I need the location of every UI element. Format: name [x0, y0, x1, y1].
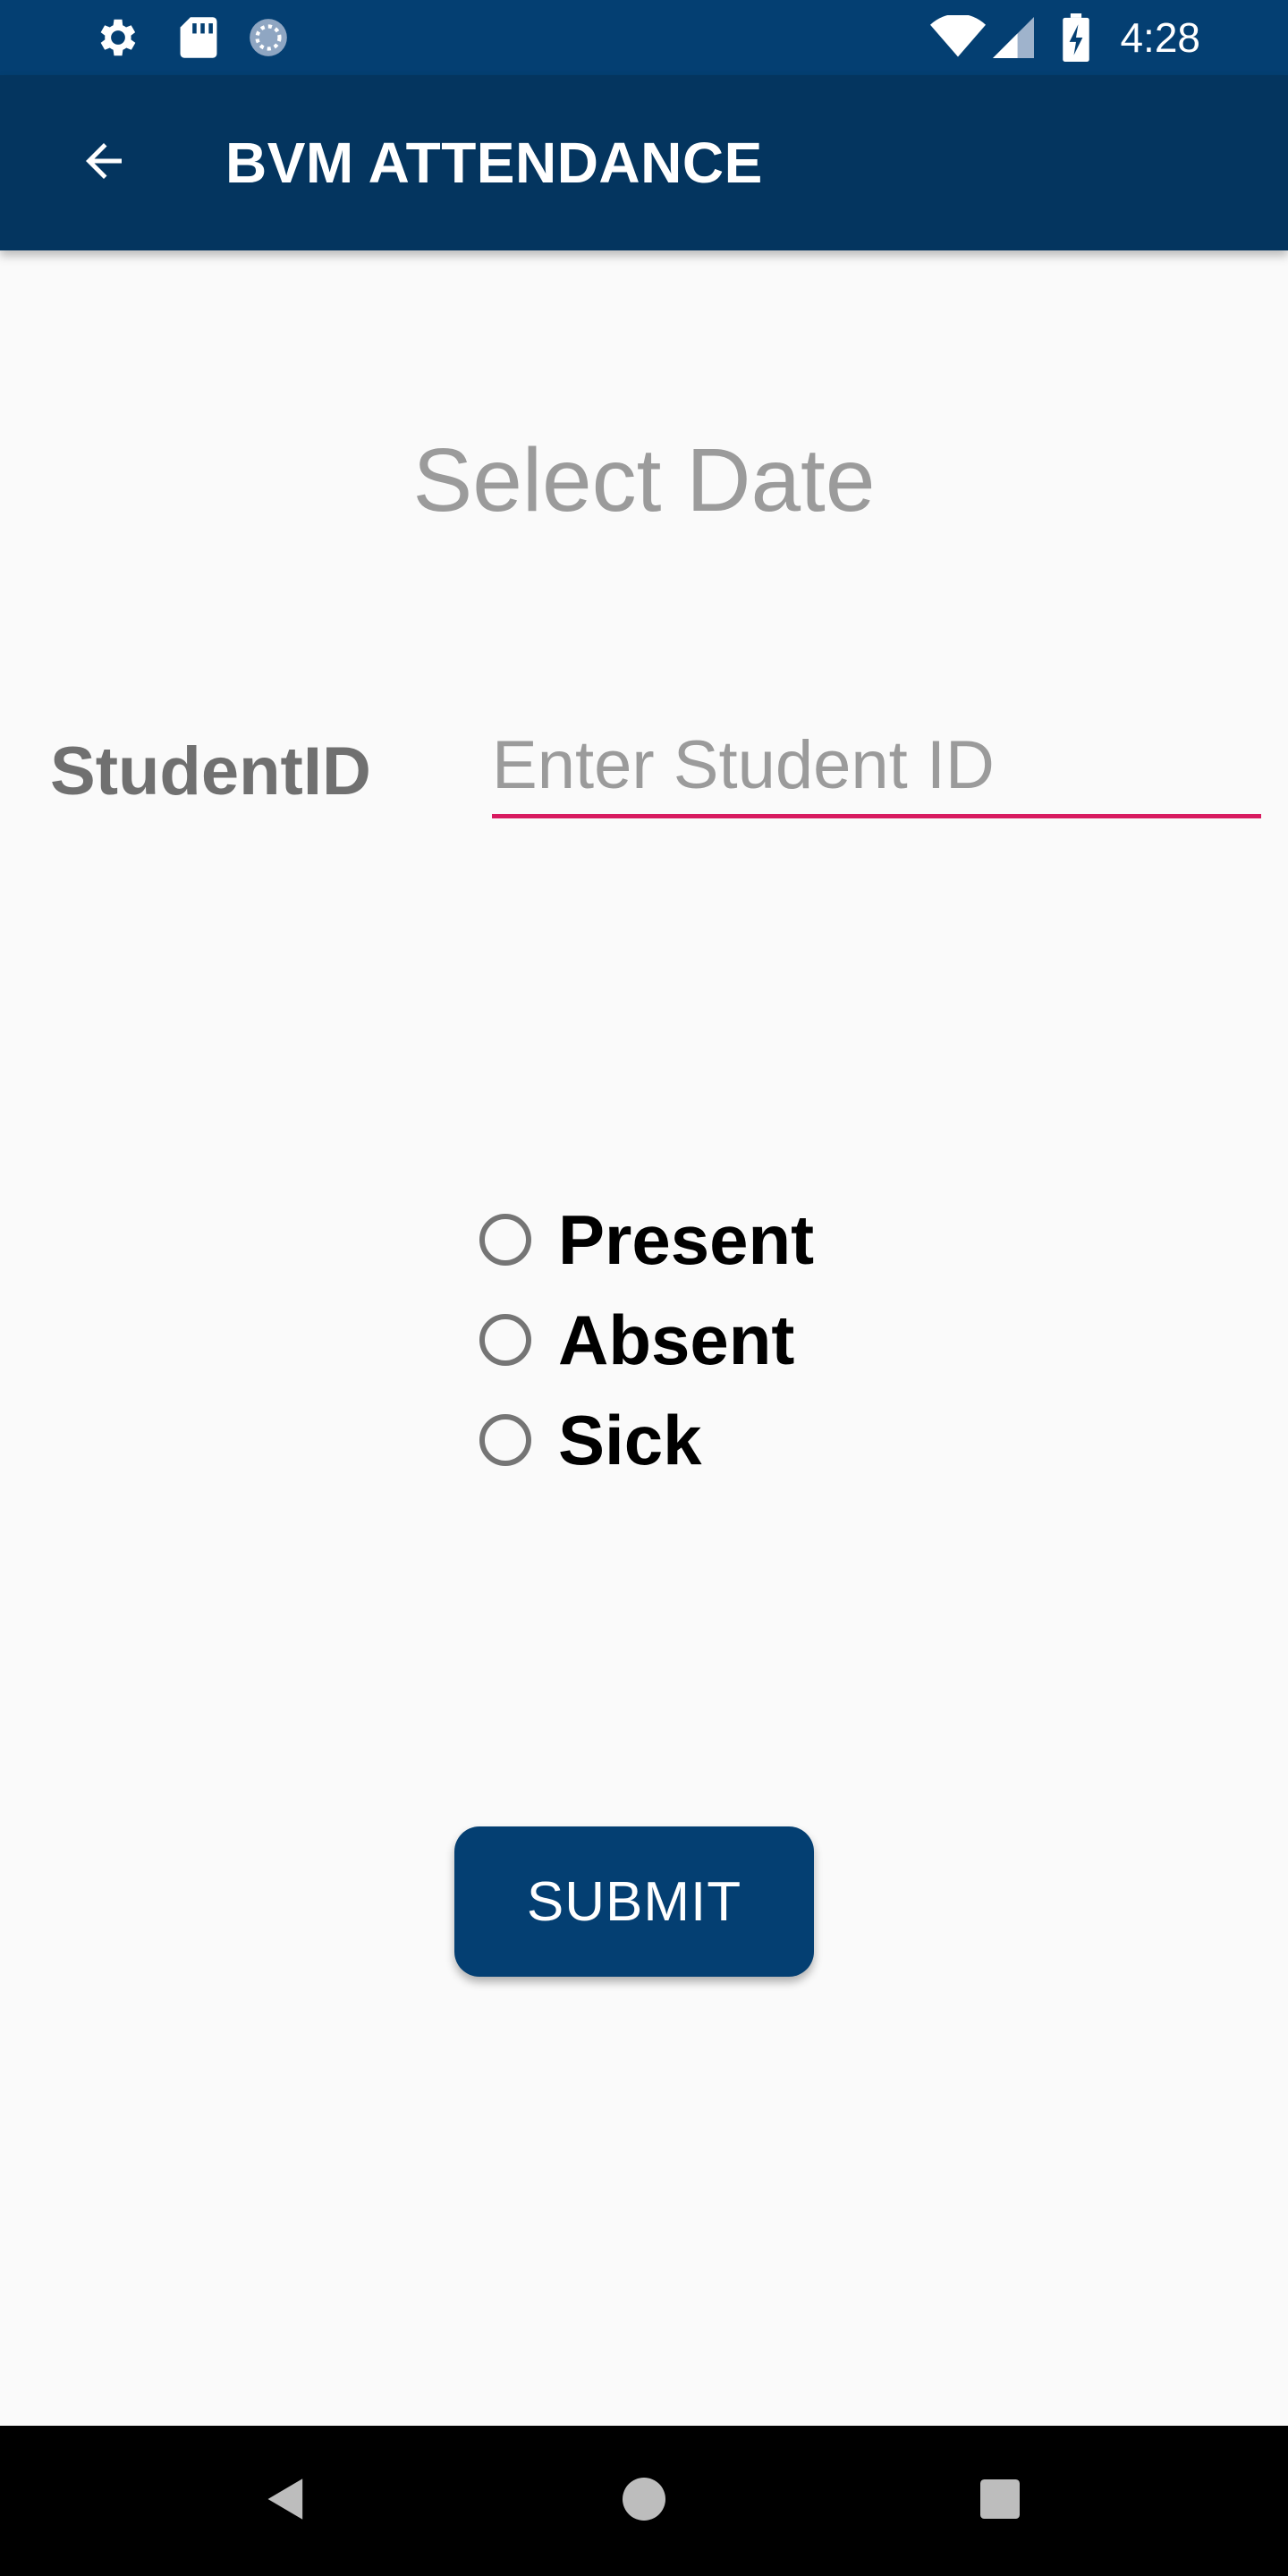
- recents-square-icon: [980, 2479, 1020, 2523]
- back-triangle-icon: [266, 2477, 307, 2526]
- radio-label: Present: [558, 1199, 815, 1279]
- app-title: BVM ATTENDANCE: [225, 131, 763, 195]
- radio-circle-icon[interactable]: [479, 1314, 531, 1366]
- radio-present[interactable]: Present: [479, 1190, 814, 1290]
- radio-circle-icon[interactable]: [479, 1414, 531, 1466]
- nav-home-button[interactable]: [569, 2426, 719, 2576]
- nav-back-button[interactable]: [211, 2426, 361, 2576]
- select-date-button[interactable]: Select Date: [0, 429, 1288, 537]
- nav-recents-button[interactable]: [925, 2426, 1075, 2576]
- radio-label: Sick: [558, 1400, 702, 1479]
- system-nav-bar: [0, 2426, 1288, 2576]
- sd-card-icon: [174, 0, 224, 75]
- student-id-label: StudentID: [50, 733, 371, 809]
- status-time: 4:28: [1120, 14, 1200, 61]
- radio-circle-icon[interactable]: [479, 1214, 531, 1266]
- app-bar: BVM ATTENDANCE: [0, 75, 1288, 250]
- back-button[interactable]: [52, 111, 156, 215]
- radio-label: Absent: [558, 1300, 795, 1379]
- gear-icon: [89, 0, 147, 75]
- radio-absent[interactable]: Absent: [479, 1290, 814, 1390]
- submit-button[interactable]: SUBMIT: [454, 1826, 814, 1977]
- student-id-input[interactable]: [492, 716, 1261, 818]
- sync-icon: [243, 0, 293, 75]
- arrow-left-icon: [77, 134, 131, 192]
- home-circle-icon: [623, 2477, 665, 2525]
- status-bar: 4:28: [0, 0, 1288, 75]
- signal-icon: [991, 0, 1036, 75]
- radio-sick[interactable]: Sick: [479, 1390, 814, 1490]
- wifi-icon: [927, 0, 989, 75]
- attendance-radio-group: Present Absent Sick: [479, 1190, 814, 1490]
- battery-charging-icon: [1061, 0, 1091, 75]
- attendance-screen: 4:28 BVM ATTENDANCE Select Date StudentI…: [0, 0, 1288, 2576]
